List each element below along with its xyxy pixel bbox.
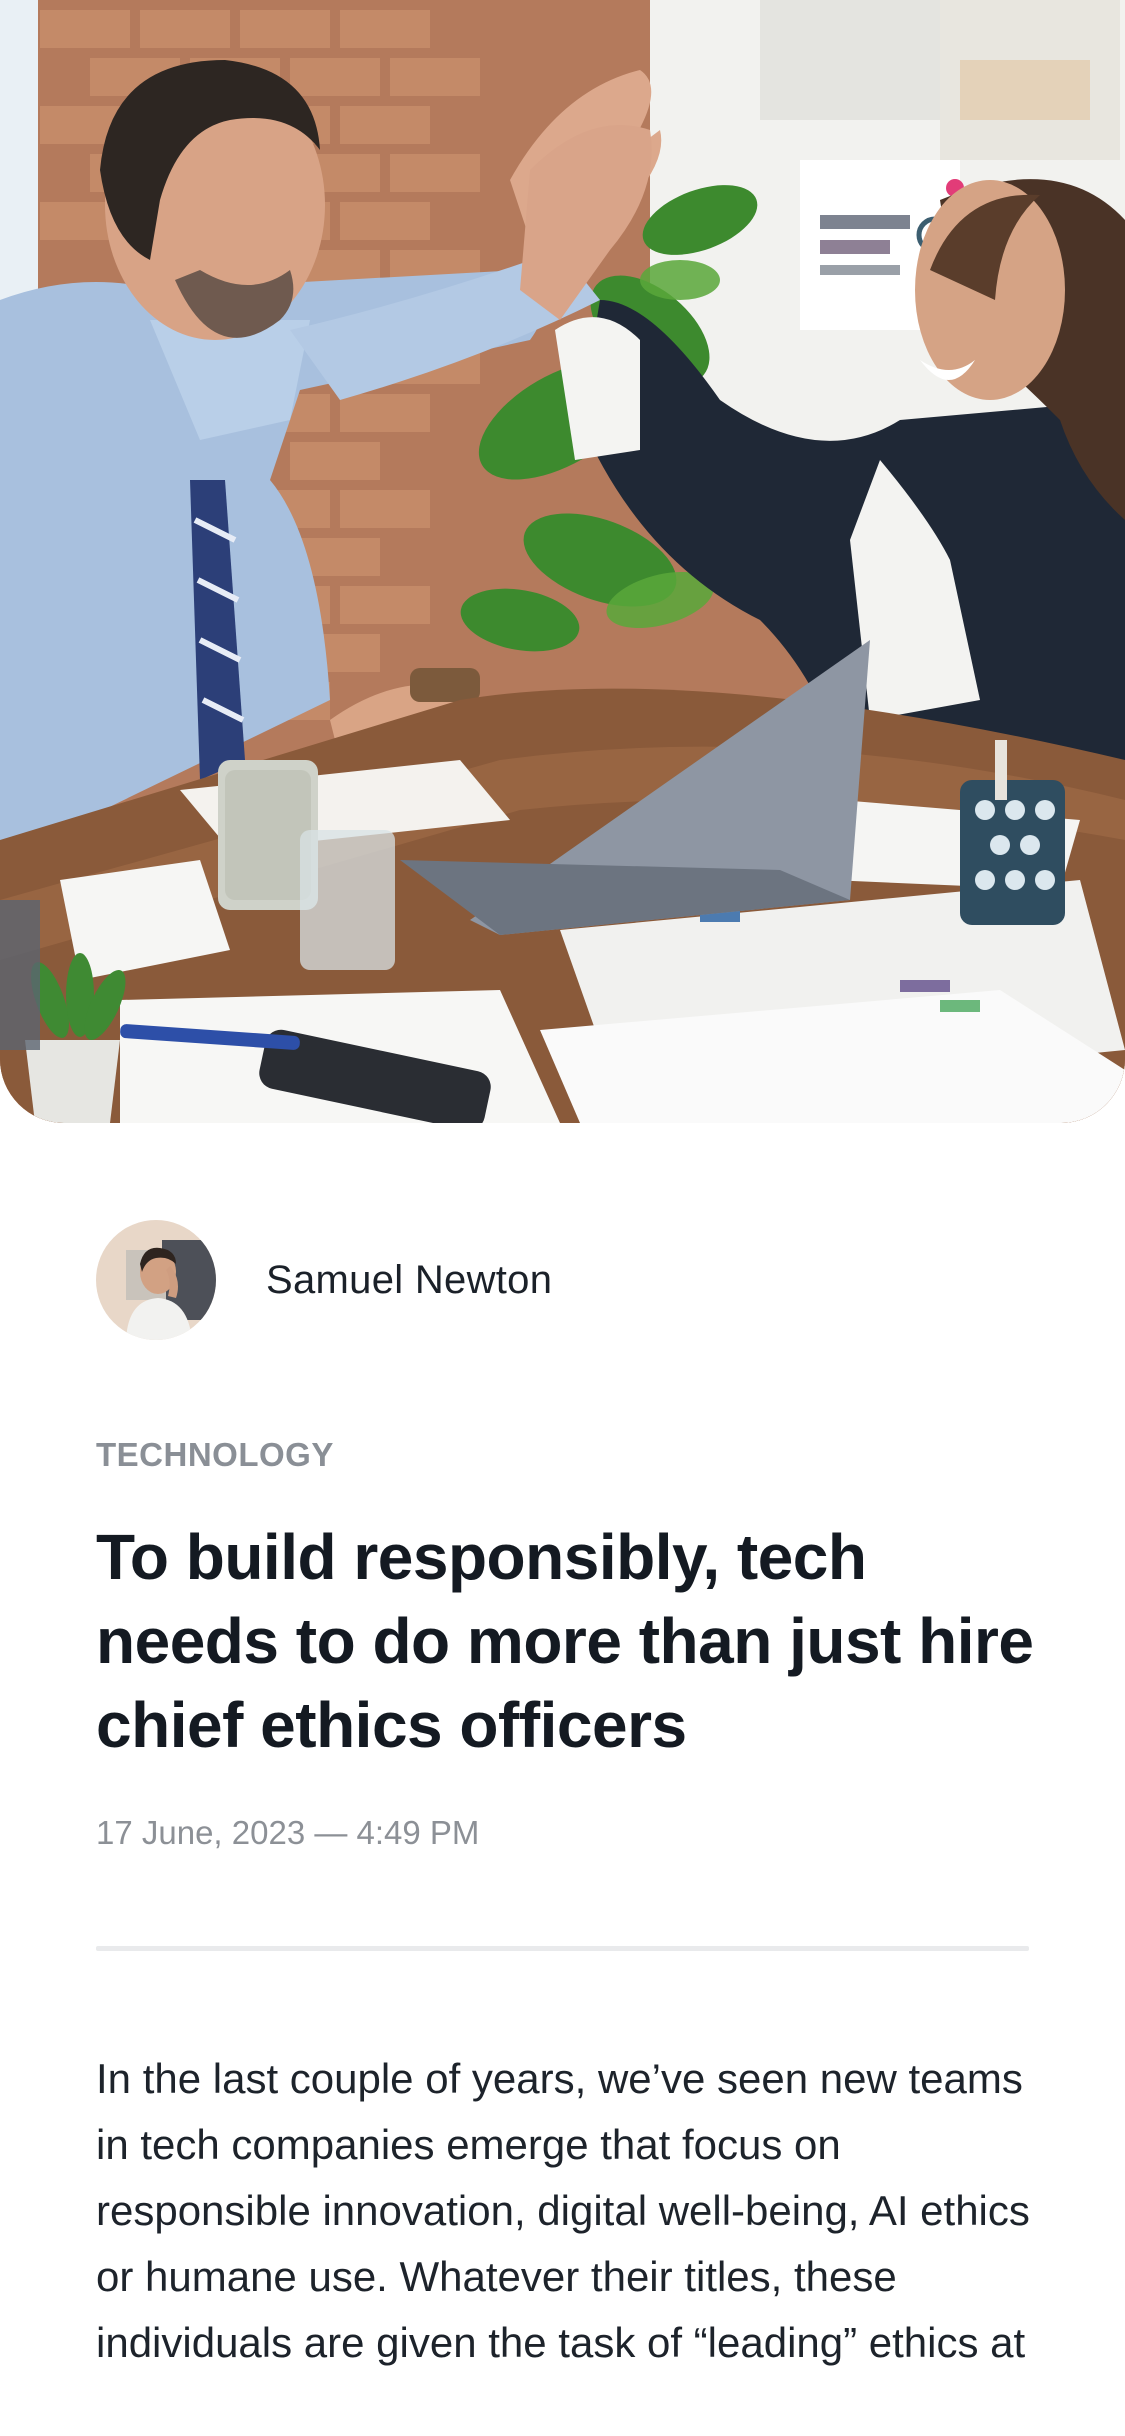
article-body: In the last couple of years, we’ve seen … [96, 2055, 1030, 2366]
author-avatar[interactable] [96, 1220, 216, 1340]
hero-photo [0, 0, 1125, 1123]
author-name[interactable]: Samuel Newton [266, 1258, 552, 1303]
avatar-photo [96, 1220, 216, 1340]
divider [96, 1946, 1029, 1951]
category-label[interactable]: TECHNOLOGY [96, 1436, 334, 1474]
article-title: To build responsibly, tech needs to do m… [96, 1521, 1034, 1761]
hero-image [0, 0, 1125, 1123]
author-row[interactable]: Samuel Newton [96, 1220, 552, 1340]
article-date: 17 June, 2023 — 4:49 PM [96, 1814, 480, 1851]
